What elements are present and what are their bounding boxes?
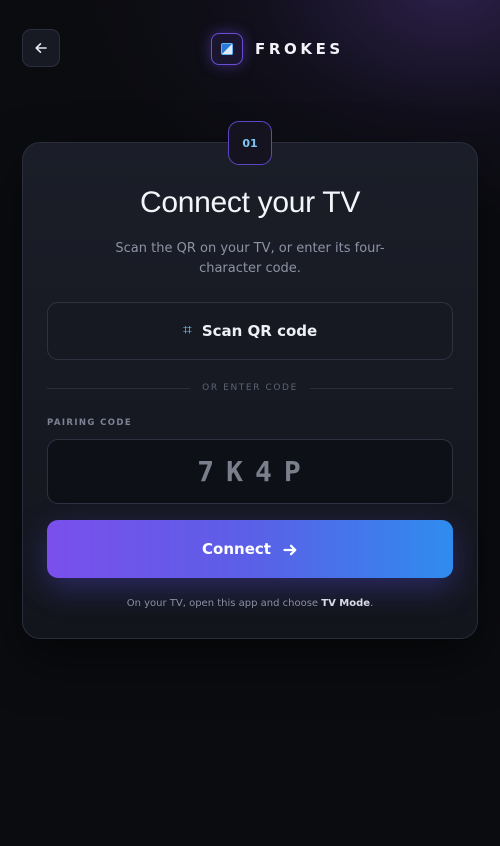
pairing-code-label: PAIRING CODE — [47, 418, 133, 428]
connect-label: Connect — [202, 540, 271, 558]
arrow-right-icon — [283, 543, 298, 557]
arrow-left-icon — [34, 41, 48, 55]
tv-mode-text: TV Mode — [321, 598, 371, 609]
footer-text: On your TV, open this app and choose — [126, 598, 322, 609]
back-button[interactable] — [22, 29, 60, 67]
tv-logo-icon — [211, 33, 243, 65]
connect-button[interactable]: Connect — [47, 520, 453, 578]
brand-name: FROKES — [255, 40, 344, 58]
page-subtitle: Scan the QR on your TV, or enter its fou… — [115, 241, 385, 276]
hash-icon: ⌗ — [182, 320, 192, 339]
divider-line — [47, 387, 191, 389]
scan-qr-label: Scan QR code — [201, 322, 318, 340]
footer-period: . — [370, 598, 374, 609]
top-bar: FROKES — [0, 0, 500, 100]
or-divider: OR ENTER CODE — [47, 380, 454, 396]
footer-note: On your TV, open this app and choose TV … — [0, 598, 500, 609]
brand: FROKES — [211, 32, 344, 66]
pairing-code-input[interactable] — [47, 439, 453, 504]
page-title: Connect your TV — [139, 186, 361, 219]
scan-qr-button[interactable]: ⌗ Scan QR code — [47, 302, 453, 360]
divider-line — [309, 387, 454, 389]
divider-text: OR ENTER CODE — [202, 383, 298, 393]
step-badge: 01 — [228, 121, 272, 165]
